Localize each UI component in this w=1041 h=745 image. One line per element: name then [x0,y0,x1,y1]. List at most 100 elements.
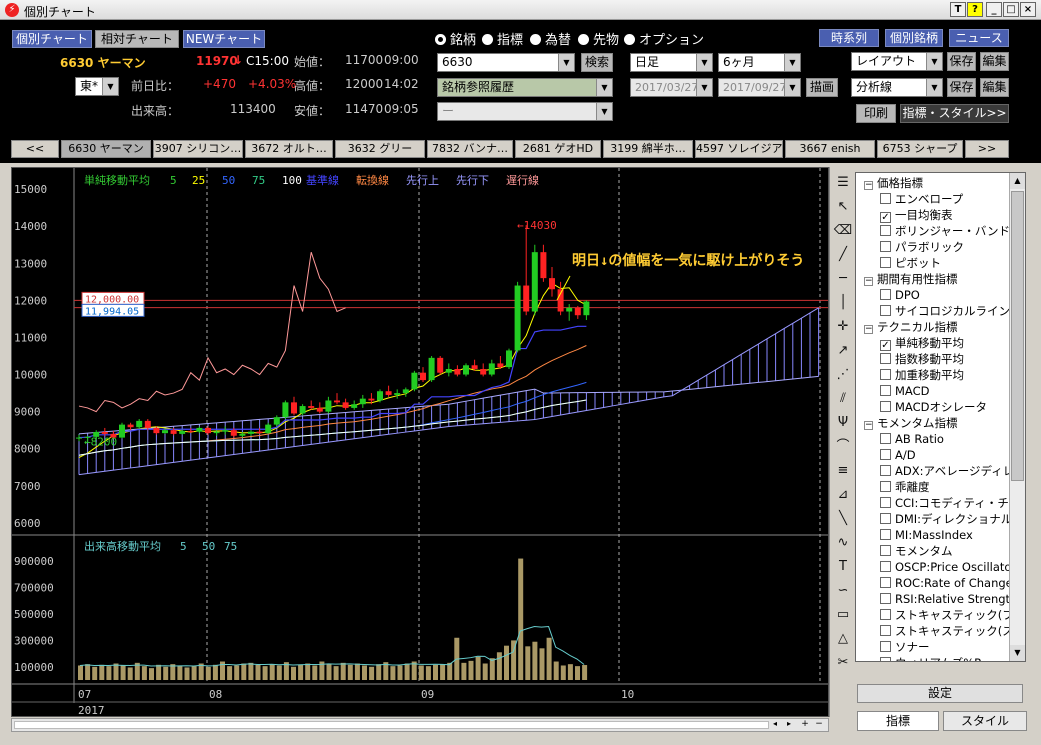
individual-chart-button[interactable]: 個別チャート [12,30,92,48]
date-to[interactable]: 2017/09/27 ▼ [718,78,801,97]
tab-stock[interactable]: 2681 ゲオHD [515,140,601,158]
indicator-checkbox-item[interactable]: ROC:Rate of Change [880,575,1013,591]
indicator-checkbox-item[interactable]: エンベロープ [880,191,963,207]
tab-indicators[interactable]: 指標 [857,711,939,731]
checkbox-icon[interactable] [880,433,891,444]
history-select[interactable]: 銘柄参照履歴 ▼ [437,78,613,97]
news-button[interactable]: ニュース [949,29,1009,47]
indicator-category[interactable]: − テクニカル指標 [864,319,958,335]
maximize-button[interactable]: □ [1003,2,1019,17]
indicator-checkbox-item[interactable]: MACDオシレータ [880,399,987,415]
checkbox-icon[interactable] [880,481,891,492]
draw-button[interactable]: 描画 [806,78,838,97]
checkbox-icon[interactable] [880,225,891,236]
checkbox-icon[interactable] [880,401,891,412]
tab-prev[interactable]: << [11,140,59,158]
indicator-checkbox-item[interactable]: A/D [880,447,916,463]
radio-futures[interactable]: 先物 [578,29,619,48]
trendline-icon[interactable]: ╱ [833,245,853,265]
indicator-checkbox-item[interactable]: ソナー [880,639,930,655]
eraser-icon[interactable]: ⌫ [833,221,853,241]
indicator-category[interactable]: − 価格指標 [864,175,923,191]
panel-scrollbar[interactable]: ▲ ▼ [1009,173,1025,661]
checkbox-icon[interactable] [880,305,891,316]
new-chart-button[interactable]: NEWチャート [183,30,265,48]
delete-icon[interactable]: ✂ [833,653,853,673]
checkbox-icon[interactable] [880,641,891,652]
arc-icon[interactable]: ⌒ [833,437,853,457]
indicator-checkbox-item[interactable]: ウィリアムズ%R [880,655,982,661]
zoom-in-icon[interactable]: + [798,719,812,731]
indicator-checkbox-item[interactable]: モメンタム [880,543,953,559]
indicator-checkbox-item[interactable]: ADX:アベレージディレ [880,463,1014,479]
tab-stock[interactable]: 3632 グリー [335,140,425,158]
tab-stock[interactable]: 3199 綿半ホ… [603,140,693,158]
tab-stock[interactable]: 3907 シリコン… [153,140,243,158]
indicator-checkbox-item[interactable]: ボリンジャー・バンド [880,223,1010,239]
search-button[interactable]: 検索 [581,53,613,72]
gann-icon[interactable]: ⊿ [833,485,853,505]
indicator-checkbox-item[interactable]: パラボリック [880,239,964,255]
save-analysis-button[interactable]: 保存 [947,78,976,97]
font-button[interactable]: T [950,2,966,17]
fan-icon[interactable]: ⋰ [833,365,853,385]
checkbox-icon[interactable] [880,353,891,364]
fib-icon[interactable]: ≡ [833,461,853,481]
scroll-up-icon[interactable]: ▲ [1010,173,1025,189]
indicator-checkbox-item[interactable]: 加重移動平均 [880,367,964,383]
relative-chart-button[interactable]: 相対チャート [95,30,179,48]
tab-next[interactable]: >> [965,140,1009,158]
stock-detail-button[interactable]: 個別銘柄 [885,29,943,47]
checkbox-icon[interactable] [880,529,891,540]
checkbox-icon[interactable] [880,497,891,508]
analysis-select[interactable]: 分析線 ▼ [851,78,943,97]
indicator-checkbox-item[interactable]: サイコロジカルライン [880,303,1010,319]
radio-index[interactable]: 指標 [482,29,523,48]
radio-stock[interactable]: 銘柄 [435,29,476,48]
checkbox-icon[interactable] [880,561,891,572]
tab-stock[interactable]: 6630 ヤーマン [61,140,151,158]
timeseries-button[interactable]: 時系列 [819,29,879,47]
indicator-checkbox-item[interactable]: ピボット [880,255,941,271]
indicator-checkbox-item[interactable]: AB Ratio [880,431,944,447]
tab-stock[interactable]: 6753 シャープ [877,140,963,158]
code-input[interactable]: 6630 ▼ [437,53,575,72]
indicator-checkbox-item[interactable]: MI:MassIndex [880,527,973,543]
print-button[interactable]: 印刷 [856,104,896,123]
indicator-checkbox-item[interactable]: CCI:コモディティ・チャ [880,495,1020,511]
ray-icon[interactable]: ↗ [833,341,853,361]
checkbox-icon[interactable] [880,465,891,476]
indicator-checkbox-item[interactable]: 乖離度 [880,479,930,495]
channel-icon[interactable]: ⫽ [833,389,853,409]
collapse-icon[interactable]: − [864,421,873,430]
hscroll-track[interactable] [14,721,769,729]
checkbox-icon[interactable] [880,241,891,252]
indicator-checkbox-item[interactable]: ストキャスティック(スロ [880,623,1025,639]
date-from[interactable]: 2017/03/27 ▼ [630,78,713,97]
checkbox-icon[interactable] [880,593,891,604]
indicator-checkbox-item[interactable]: ✓ 単純移動平均 [880,335,964,351]
checkbox-icon[interactable] [880,609,891,620]
indicator-checkbox-item[interactable]: MACD [880,383,929,399]
checkbox-icon[interactable] [880,513,891,524]
indicator-checkbox-item[interactable]: RSI:Relative Strength [880,591,1017,607]
checkbox-icon[interactable] [880,369,891,380]
text-icon[interactable]: T [833,557,853,577]
indicator-category[interactable]: − モメンタム指標 [864,415,958,431]
blank-select[interactable]: ー ▼ [437,102,613,121]
cycle-icon[interactable]: ∿ [833,533,853,553]
market-select[interactable]: 東* ▼ [75,77,119,96]
cross-icon[interactable]: ✛ [833,317,853,337]
checkbox-icon[interactable] [880,545,891,556]
range-select[interactable]: 6ヶ月 ▼ [718,53,801,72]
collapse-icon[interactable]: − [864,325,873,334]
indicator-style-button[interactable]: 指標・スタイル>> [900,104,1009,123]
tab-style[interactable]: スタイル [943,711,1027,731]
save-layout-button[interactable]: 保存 [947,52,976,71]
rectangle-icon[interactable]: ▭ [833,605,853,625]
hline-icon[interactable]: ─ [833,269,853,289]
tab-stock[interactable]: 3672 オルト… [245,140,333,158]
checkbox-icon[interactable] [880,577,891,588]
regression-icon[interactable]: ╲ [833,509,853,529]
checkbox-checked-icon[interactable]: ✓ [880,340,891,351]
